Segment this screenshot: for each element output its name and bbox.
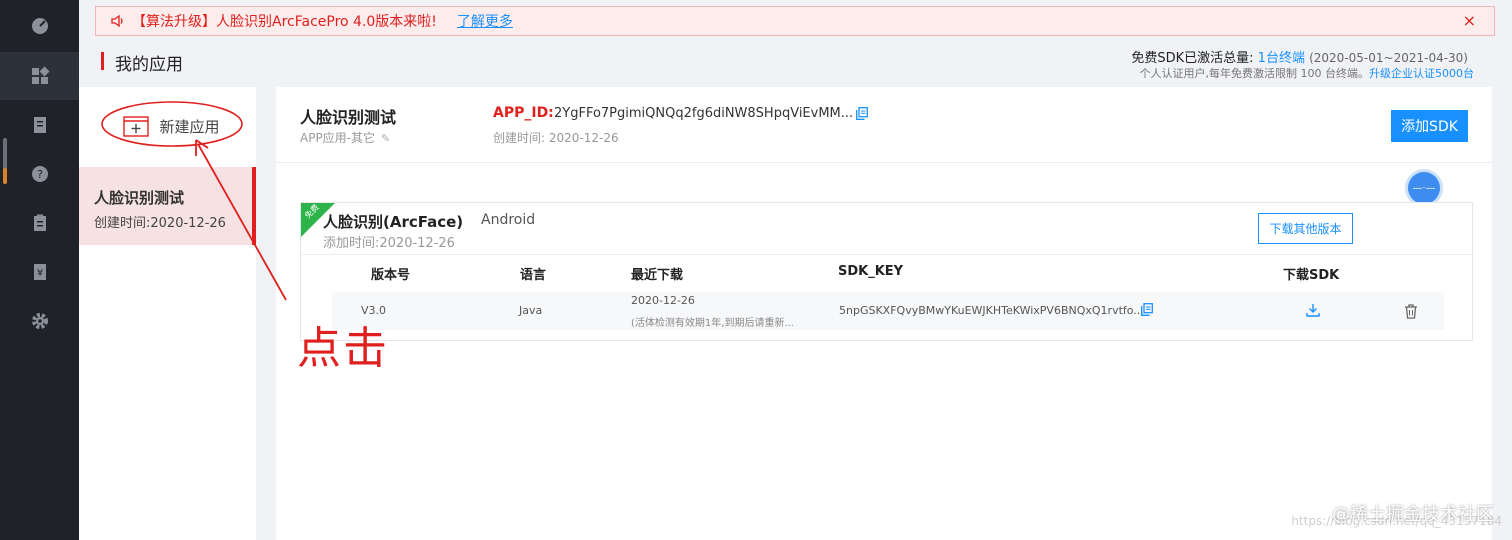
click-annotation-text: 点击 [297,323,389,374]
row-language: Java [519,304,543,317]
app-detail-panel: 人脸识别测试 APP应用-其它 ✎ APP_ID: 2YgFFo7PgimiQNQ… [276,87,1492,540]
appid-label: APP_ID: [493,105,554,121]
svg-text:¥: ¥ [36,268,42,279]
gear-icon [31,313,48,329]
dashboard-icon [31,18,48,34]
upgrade-link[interactable]: 升级企业认证5000台 [1369,67,1474,80]
row-sdk-key: 5npGSKXFQvyBMwYKuEWJKHTeKWixPV6BNQxQ1rvt… [839,304,1144,317]
announcement-banner: 【算法升级】人脸识别ArcFacePro 4.0版本来啦! 了解更多 × [95,6,1495,36]
column-header-language: 语言 [520,268,547,283]
svg-text:?: ? [37,168,43,181]
apps-grid-icon [31,66,49,84]
free-ribbon-text: 免费 [303,203,321,221]
nav-settings[interactable] [0,297,79,345]
trash-icon[interactable] [1403,303,1419,319]
column-header-download-sdk: 下载SDK [1283,268,1340,283]
document-icon [33,117,46,133]
add-sdk-button[interactable]: 添加SDK [1391,110,1468,142]
learn-more-link[interactable]: 了解更多 [457,11,513,31]
row-last-download-note: (活体检测有效期1年,到期后请重新... [631,318,794,329]
close-icon[interactable]: × [1463,11,1476,30]
sidebar-item-face-test[interactable]: 人脸识别测试 创建时间:2020-12-26 [79,167,256,245]
copy-appid-icon[interactable] [856,107,868,120]
yen-icon: ¥ [33,264,46,280]
sidebar-app-date: 创建时间:2020-12-26 [94,216,226,231]
nav-documents[interactable] [0,101,79,149]
edit-pencil-icon[interactable]: ✎ [381,132,390,145]
nav-apps[interactable] [0,52,79,100]
nav-help[interactable]: ? [0,150,79,198]
app-list-empty-area [79,245,256,540]
download-icon[interactable] [1305,302,1321,318]
new-app-icon [123,116,150,137]
app-type: APP应用-其它 ✎ [300,129,390,146]
quota-range: (2020-05-01~2021-04-30) [1309,51,1468,65]
sdk-card: 免费 人脸识别(ArcFace) Android 添加时间:2020-12-26… [300,202,1473,341]
new-app-label: 新建应用 [159,117,220,136]
new-app-inner: 新建应用 [123,114,220,138]
nav-dashboard[interactable] [0,2,79,50]
column-header-sdk-key: SDK_KEY [838,264,904,279]
appid-value: 2YgFFo7PgimiQNQq2fg6diNW8SHpqViEvMM... [554,106,854,121]
page-title: 我的应用 [115,55,183,75]
help-icon: ? [31,166,48,182]
watermark-brand: @稀土掘金技术社区 [1332,504,1494,525]
quota-note: 个人认证用户,每年免费激活限制 100 台终端。升级企业认证5000台 [1140,65,1474,81]
quota-count-link[interactable]: 1台终端 [1258,51,1305,66]
left-nav: ? ¥ [0,0,79,540]
sdk-name: 人脸识别(ArcFace) [323,213,464,231]
copy-sdk-key-icon[interactable] [1141,303,1153,316]
nav-clipboard[interactable] [0,199,79,247]
banner-text: 【算法升级】人脸识别ArcFacePro 4.0版本来啦! [132,14,437,30]
header-divider [276,162,1492,163]
clipboard-icon [33,214,46,231]
app-name: 人脸识别测试 [300,108,397,127]
column-header-last-download: 最近下载 [631,268,684,283]
title-accent-bar [101,52,104,70]
app-type-text: APP应用-其它 [300,131,376,145]
column-header-version: 版本号 [371,268,411,283]
nav-billing[interactable]: ¥ [0,248,79,296]
download-other-versions-button[interactable]: 下载其他版本 [1258,213,1353,244]
new-app-button[interactable]: 新建应用 [79,87,256,165]
quota-summary: 免费SDK已激活总量: 1台终端 (2020-05-01~2021-04-30) [1131,47,1468,66]
card-divider [301,254,1472,255]
speaker-icon [111,14,123,28]
floating-dots-icon: —·— [1412,182,1436,194]
quota-note-text: 个人认证用户,每年免费激活限制 100 台终端。 [1139,67,1369,80]
table-row: V3.0 Java 2020-12-26 (活体检测有效期1年,到期后请重新..… [332,292,1444,330]
sidebar-app-name: 人脸识别测试 [94,189,185,207]
row-last-download: 2020-12-26 [631,294,695,307]
sdk-added-date: 添加时间:2020-12-26 [323,236,455,251]
app-list: 新建应用 人脸识别测试 创建时间:2020-12-26 [79,87,256,540]
sdk-platform: Android [481,212,536,228]
app-created-date: 创建时间: 2020-12-26 [493,131,619,145]
floating-help-button[interactable]: —·— [1408,172,1440,204]
quota-label: 免费SDK已激活总量: [1131,51,1254,66]
